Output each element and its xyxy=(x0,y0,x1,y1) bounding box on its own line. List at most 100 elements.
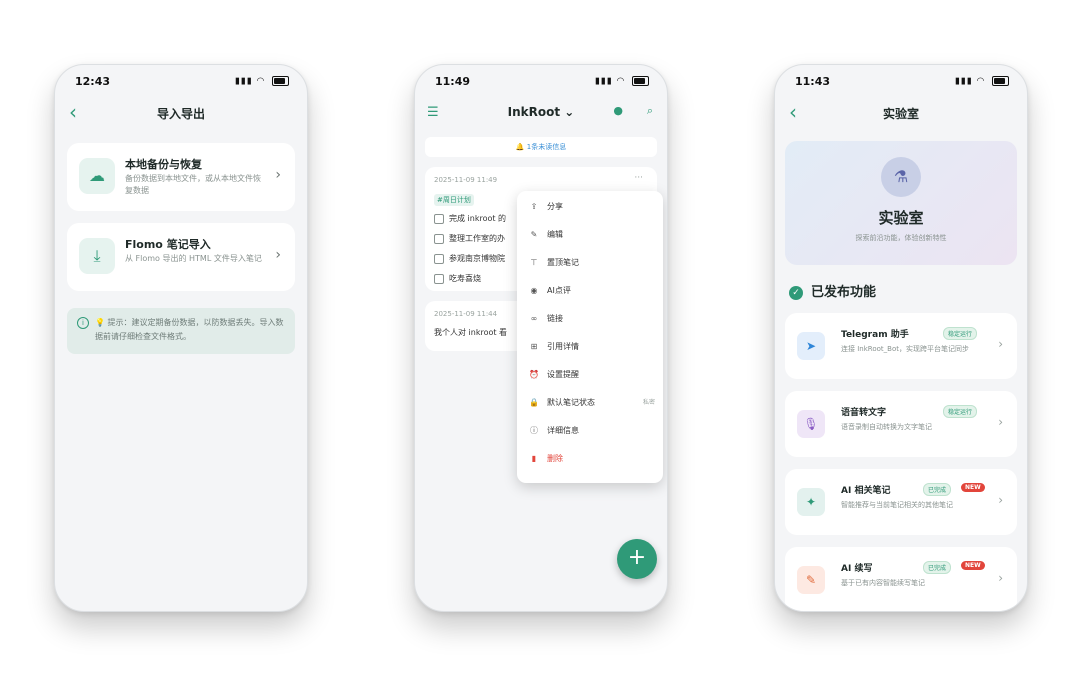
more-icon[interactable]: ··· xyxy=(634,173,643,183)
chevron-right-icon: › xyxy=(998,415,1003,429)
nav-bar: ‹ 实验室 xyxy=(775,101,1027,125)
lock-icon: 🔒 xyxy=(529,398,539,407)
pencil-icon: ✎ xyxy=(530,230,538,239)
note-tag[interactable]: #周日计划 xyxy=(434,194,474,206)
status-time: 12:43 xyxy=(75,75,111,88)
tip-text: 💡 提示：建议定期备份数据，以防数据丢失。导入数据前请仔细检查文件格式。 xyxy=(95,318,284,341)
feature-ai-related[interactable]: ✦ AI 相关笔记 已完成 NEW 智能推荐与当前笔记相关的其他笔记 › xyxy=(785,469,1017,535)
feature-desc: 智能推荐与当前笔记相关的其他笔记 xyxy=(841,501,953,509)
feature-desc: 基于已有内容智能续写笔记 xyxy=(841,579,925,587)
phone-notes: 11:49 ▮▮▮ ◠ ☰ InkRoot ⌄ ● ⌕ 🔔 1条未读信息 202… xyxy=(414,64,668,612)
chevron-right-icon: › xyxy=(998,493,1003,507)
flask-icon: ⚗ xyxy=(881,157,921,197)
new-badge: NEW xyxy=(961,561,985,570)
search-icon[interactable]: ⌕ xyxy=(647,104,653,118)
section-title: ✓ 已发布功能 xyxy=(789,281,876,300)
download-icon: ⤓ xyxy=(79,238,115,274)
feature-title: 语音转文字 xyxy=(841,408,887,418)
note-date: 2025-11-09 11:44 xyxy=(434,310,498,318)
card-title: Flomo 笔记导入 xyxy=(125,238,211,251)
info-icon: ⓘ xyxy=(530,426,538,435)
feature-telegram[interactable]: ➤ Telegram 助手 稳定运行 连接 InkRoot_Bot，实现跨平台笔… xyxy=(785,313,1017,379)
feature-ai-continue[interactable]: ✎ AI 续写 已完成 NEW 基于已有内容智能续写笔记 › xyxy=(785,547,1017,611)
cloud-upload-icon: ☁ xyxy=(79,158,115,194)
status-badge: 稳定运行 xyxy=(943,327,978,340)
share-icon: ⇪ xyxy=(530,202,538,211)
menu-item-edit[interactable]: ✎ 编辑 xyxy=(527,225,655,245)
feature-title: AI 相关笔记 xyxy=(841,486,891,496)
menu-item-share[interactable]: ⇪ 分享 xyxy=(527,197,655,217)
checkbox-icon[interactable] xyxy=(434,253,444,264)
flomo-import-card[interactable]: ⤓ Flomo 笔记导入 从 Flomo 导出的 HTML 文件导入笔记 › xyxy=(67,223,295,291)
nav-bar: ‹ 导入导出 xyxy=(55,101,307,125)
checklist-item[interactable]: 参观南京博物院 xyxy=(434,253,505,264)
hero-title: 实验室 xyxy=(878,209,924,227)
menu-item-reference[interactable]: ⊞ 引用详情 xyxy=(527,337,655,357)
tip-box: i 💡 提示：建议定期备份数据，以防数据丢失。导入数据前请仔细检查文件格式。 xyxy=(67,308,295,354)
note-date: 2025-11-09 11:49 xyxy=(434,176,498,184)
feature-desc: 语音录制自动转换为文字笔记 xyxy=(841,423,932,431)
battery-icon xyxy=(632,76,649,86)
link-icon: ∞ xyxy=(530,314,538,323)
page-title: 实验室 xyxy=(882,107,919,121)
feature-title: AI 续写 xyxy=(841,564,873,574)
chevron-right-icon: › xyxy=(998,337,1003,351)
add-note-button[interactable]: + xyxy=(617,539,657,579)
status-bar: 12:43 ▮▮▮ ◠ xyxy=(75,75,289,91)
feature-desc: 连接 InkRoot_Bot，实现跨平台笔记同步 xyxy=(841,345,969,353)
checklist-item[interactable]: 吃寿喜烧 xyxy=(434,273,481,284)
magic-wand-icon: ✎ xyxy=(797,566,825,594)
alarm-icon: ⏰ xyxy=(529,370,539,379)
menu-item-ai-review[interactable]: ◉ AI点评 xyxy=(527,281,655,301)
menu-item-reminder[interactable]: ⏰ 设置提醒 xyxy=(527,365,655,385)
checklist-item[interactable]: 整理工作室的办 xyxy=(434,233,505,244)
checkbox-icon[interactable] xyxy=(434,233,444,244)
chevron-right-icon: › xyxy=(275,247,281,263)
info-icon: i xyxy=(77,317,89,329)
menu-item-pin[interactable]: ⊤ 置顶笔记 xyxy=(527,253,655,273)
page-title: 导入导出 xyxy=(156,107,205,121)
lab-hero: ⚗ 实验室 探索前沿功能，体验创新特性 xyxy=(785,141,1017,265)
lightbulb-icon[interactable]: ● xyxy=(613,104,623,117)
local-backup-card[interactable]: ☁ 本地备份与恢复 备份数据到本地文件，或从本地文件恢复数据 › xyxy=(67,143,295,211)
menu-item-delete[interactable]: ▮ 删除 xyxy=(527,449,655,469)
status-icons: ▮▮▮ ◠ xyxy=(955,76,1009,87)
status-bar: 11:49 ▮▮▮ ◠ xyxy=(435,75,649,91)
menu-item-default-status[interactable]: 🔒 默认笔记状态 私密 xyxy=(527,393,655,413)
sparkle-icon: ✦ xyxy=(797,488,825,516)
phone-lab: 11:43 ▮▮▮ ◠ ‹ 实验室 ⚗ 实验室 探索前沿功能，体验创新特性 ✓ 已… xyxy=(774,64,1028,612)
nav-bar: ☰ InkRoot ⌄ ● ⌕ xyxy=(415,101,667,125)
checkbox-icon[interactable] xyxy=(434,213,444,224)
lightbulb-icon: ◉ xyxy=(530,286,538,295)
check-circle-icon: ✓ xyxy=(789,286,803,300)
status-icons: ▮▮▮ ◠ xyxy=(235,76,289,87)
card-desc: 备份数据到本地文件，或从本地文件恢复数据 xyxy=(125,174,261,195)
battery-icon xyxy=(992,76,1009,86)
note-body: 我个人对 inkroot 看 xyxy=(434,328,508,337)
telegram-icon: ➤ xyxy=(797,332,825,360)
status-value: 私密 xyxy=(642,399,655,406)
status-icons: ▮▮▮ ◠ xyxy=(595,76,649,87)
phone-import-export: 12:43 ▮▮▮ ◠ ‹ 导入导出 ☁ 本地备份与恢复 备份数据到本地文件，或… xyxy=(54,64,308,612)
status-badge: 已完成 xyxy=(923,483,952,496)
app-title[interactable]: InkRoot ⌄ xyxy=(415,105,667,119)
status-badge: 已完成 xyxy=(923,561,952,574)
menu-item-details[interactable]: ⓘ 详细信息 xyxy=(527,421,655,441)
microphone-icon: 🎙 xyxy=(797,410,825,438)
pin-icon: ⊤ xyxy=(530,258,538,267)
checkbox-icon[interactable] xyxy=(434,273,444,284)
menu-item-link[interactable]: ∞ 链接 xyxy=(527,309,655,329)
chevron-right-icon: › xyxy=(275,167,281,183)
note-context-menu: ⇪ 分享 ✎ 编辑 ⊤ 置顶笔记 ◉ AI点评 ∞ 链接 ⊞ 引用详情 ⏰ 设置提醒 🔒 默认笔… xyxy=(517,191,663,483)
card-desc: 从 Flomo 导出的 HTML 文件导入笔记 xyxy=(125,254,262,263)
hero-subtitle: 探索前沿功能，体验创新特性 xyxy=(855,234,947,242)
trash-icon: ▮ xyxy=(531,454,537,463)
status-badge: 稳定运行 xyxy=(943,405,978,418)
feature-voice[interactable]: 🎙 语音转文字 稳定运行 语音录制自动转换为文字笔记 › xyxy=(785,391,1017,457)
status-time: 11:43 xyxy=(795,75,831,88)
battery-icon xyxy=(272,76,289,86)
checklist-item[interactable]: 完成 inkroot 的 xyxy=(434,213,506,224)
status-bar: 11:43 ▮▮▮ ◠ xyxy=(795,75,1009,91)
unread-banner[interactable]: 🔔 1条未读信息 xyxy=(425,137,657,157)
chevron-right-icon: › xyxy=(998,571,1003,585)
